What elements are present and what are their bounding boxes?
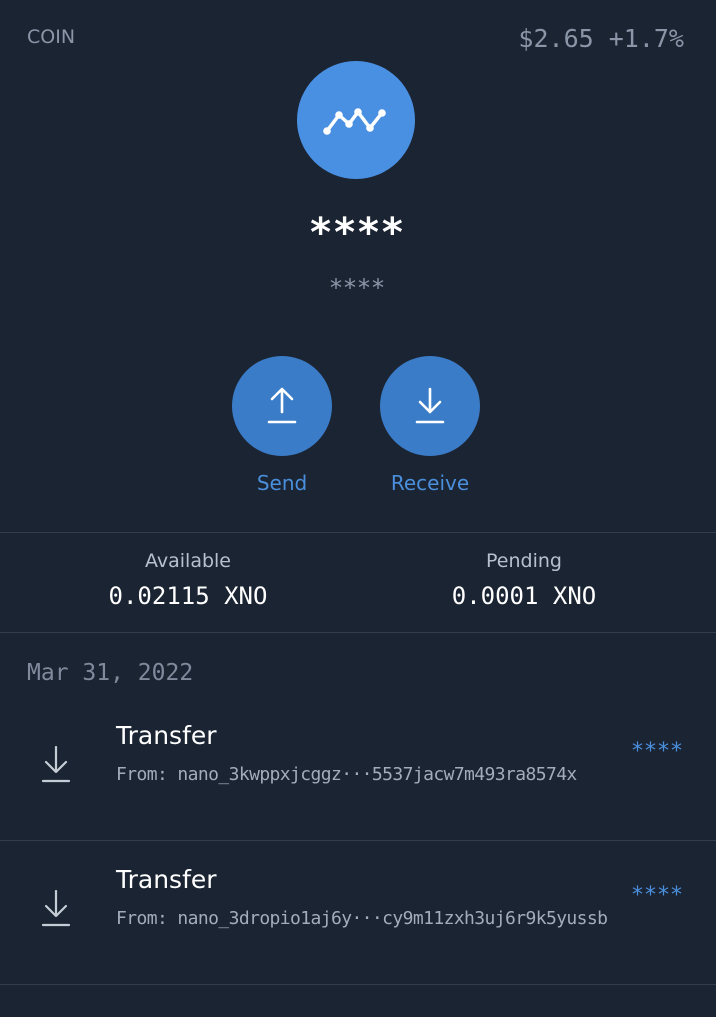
download-icon: [415, 387, 445, 424]
date-header: Mar 31, 2022: [27, 660, 194, 686]
receive-label[interactable]: Receive: [350, 471, 510, 495]
transaction-row[interactable]: Transfer From: nano_3kwppxjcggz···5537ja…: [0, 697, 716, 841]
transaction-amount: ****: [632, 883, 684, 908]
send-label[interactable]: Send: [202, 471, 362, 495]
available-value: 0.02115 XNO: [108, 582, 268, 610]
transaction-row[interactable]: Transfer From: nano_3dropio1aj6y···cy9m1…: [0, 841, 716, 985]
upload-icon: [267, 387, 297, 424]
transaction-amount: ****: [632, 739, 684, 764]
download-icon: [41, 889, 71, 927]
divider: [0, 532, 716, 533]
divider: [0, 632, 716, 633]
price-change: $2.65 +1.7%: [518, 24, 684, 53]
top-bar: COIN $2.65 +1.7%: [0, 0, 716, 70]
transaction-from: From: nano_3kwppxjcggz···5537jacw7m493ra…: [116, 764, 577, 785]
pending-label: Pending: [486, 550, 562, 572]
pending-balance: Pending 0.0001 XNO: [345, 550, 703, 610]
coin-label: COIN: [27, 26, 76, 48]
receive-action[interactable]: Receive: [380, 356, 480, 495]
download-icon: [41, 745, 71, 783]
transaction-from: From: nano_3dropio1aj6y···cy9m11zxh3uj6r…: [116, 908, 608, 929]
send-button[interactable]: [232, 356, 332, 456]
pending-value: 0.0001 XNO: [451, 582, 597, 610]
balance-fiat: ****: [330, 274, 386, 302]
balance-amount: ****: [310, 210, 406, 256]
nano-logo-icon: [297, 61, 415, 179]
available-balance: Available 0.02115 XNO: [9, 550, 367, 610]
send-action[interactable]: Send: [232, 356, 332, 495]
available-label: Available: [144, 550, 231, 572]
transaction-title: Transfer: [116, 865, 217, 894]
transaction-title: Transfer: [116, 721, 217, 750]
divider: [0, 984, 716, 985]
receive-button[interactable]: [380, 356, 480, 456]
